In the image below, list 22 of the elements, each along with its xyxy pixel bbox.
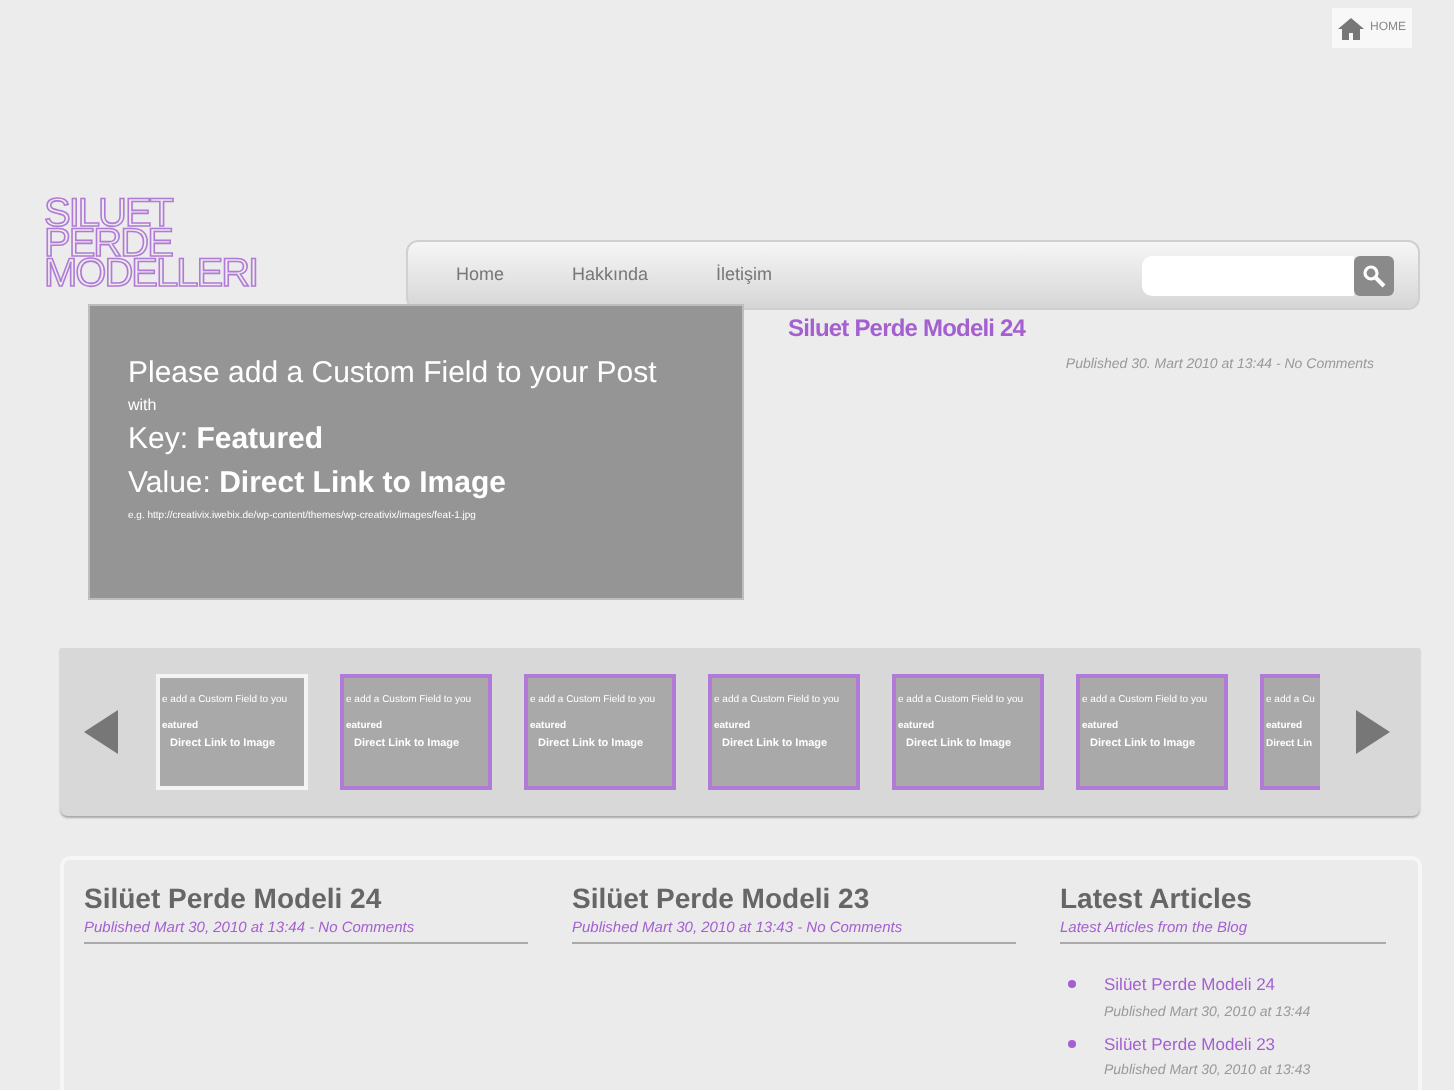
search-button[interactable] <box>1354 255 1394 295</box>
nav-link[interactable]: İletişim <box>716 261 773 289</box>
logo[interactable]: SILUET PERDE MODELLERI <box>44 200 324 290</box>
post-title[interactable]: Silüet Perde Modeli 24 <box>84 880 528 916</box>
article-link[interactable]: Silüet Perde Modeli 23 <box>1104 1031 1311 1057</box>
notice-text: with <box>128 394 159 418</box>
section-title: Latest Articles <box>1060 880 1254 916</box>
bullet-icon <box>1068 1039 1076 1047</box>
home-icon <box>1338 17 1364 39</box>
search-icon <box>1362 263 1386 287</box>
bullet-icon <box>1068 980 1076 989</box>
post-title[interactable]: Silüet Perde Modeli 23 <box>572 880 1016 916</box>
previous-arrow[interactable] <box>84 710 120 754</box>
notice-text: Key: Featured <box>128 420 326 460</box>
article-link[interactable]: Silüet Perde Modeli 24 <box>1104 972 1311 998</box>
search-field[interactable] <box>1142 255 1354 295</box>
next-arrow[interactable] <box>1356 710 1390 754</box>
post-title[interactable]: Siluet Perde Modeli 24 <box>788 310 1374 346</box>
nav-link[interactable]: Home <box>456 261 505 289</box>
notice-text: Please add a Custom Field to your Post <box>128 354 659 394</box>
nav-link[interactable]: Hakkında <box>572 261 649 289</box>
notice-text: Value: Direct Link to Image <box>128 464 508 504</box>
